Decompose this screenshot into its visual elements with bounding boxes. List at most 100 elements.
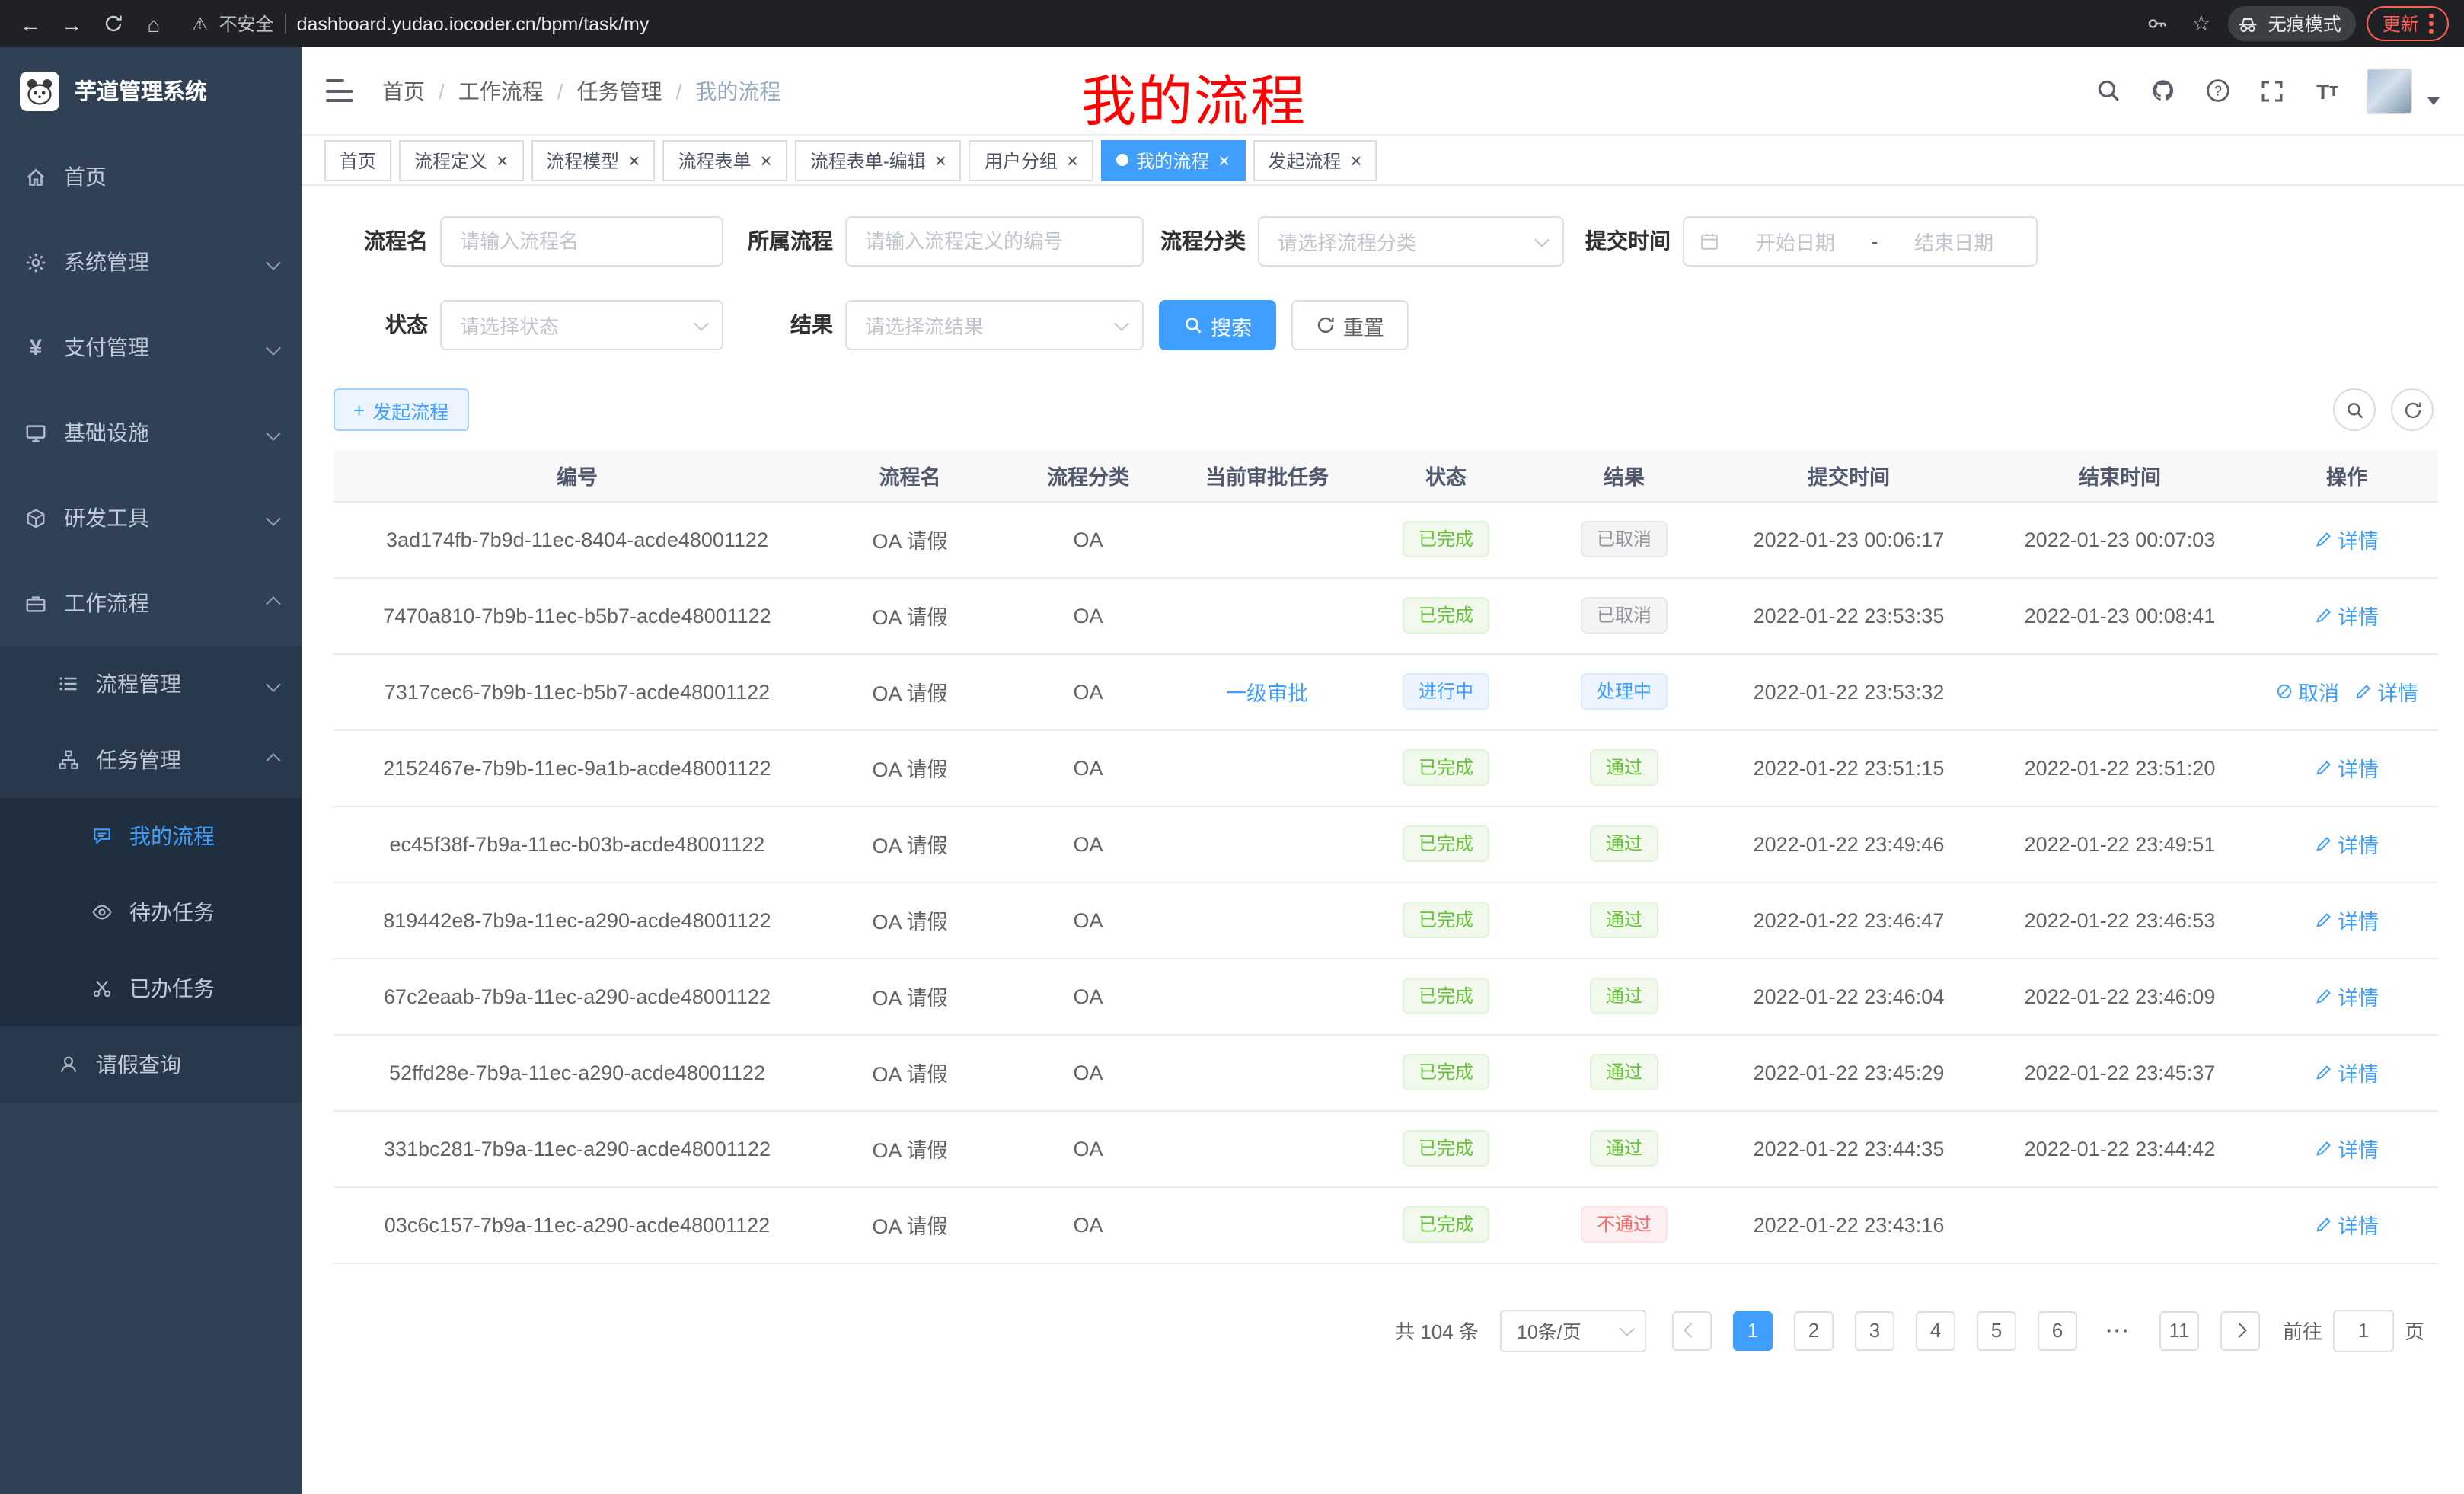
cancel-action[interactable]: 取消 — [2275, 676, 2339, 707]
browser-home-icon[interactable]: ⌂ — [139, 8, 169, 39]
detail-action[interactable]: 详情 — [2315, 905, 2379, 935]
detail-action[interactable]: 详情 — [2354, 676, 2418, 707]
close-icon[interactable]: × — [496, 150, 508, 170]
sidebar-item-home[interactable]: 首页 — [0, 134, 302, 219]
incognito-label: 无痕模式 — [2268, 11, 2341, 37]
menu-fold-icon[interactable] — [326, 75, 356, 107]
detail-action[interactable]: 详情 — [2315, 1133, 2379, 1164]
pagination: 共 104 条 10条/页 1 2 3 4 5 6 ··· 11 前往 — [334, 1309, 2434, 1352]
sidebar-item-todo-tasks[interactable]: 待办任务 — [0, 874, 302, 950]
fullscreen-icon[interactable] — [2257, 75, 2287, 106]
security-label[interactable]: 不安全 — [219, 11, 274, 37]
column-header-category: 流程分类 — [999, 449, 1177, 501]
status-tag: 已完成 — [1403, 1130, 1489, 1167]
prev-page-button[interactable] — [1672, 1310, 1712, 1350]
result-select[interactable]: 请选择流结果 — [845, 300, 1144, 350]
next-page-button[interactable] — [2220, 1310, 2260, 1350]
column-header-end-time: 结束时间 — [1984, 449, 2255, 501]
chevron-down-icon — [1114, 316, 1129, 331]
tab-process-form[interactable]: 流程表单× — [662, 139, 787, 180]
detail-action[interactable]: 详情 — [2315, 1057, 2379, 1087]
tab-process-definition[interactable]: 流程定义× — [399, 139, 523, 180]
password-key-icon[interactable] — [2140, 7, 2174, 40]
process-definition-label: 所属流程 — [723, 216, 845, 267]
start-process-button[interactable]: + 发起流程 — [334, 388, 468, 431]
close-icon[interactable]: × — [1350, 150, 1361, 170]
submit-time-range-picker[interactable]: 开始日期 - 结束日期 — [1683, 216, 2038, 267]
close-icon[interactable]: × — [1218, 150, 1230, 170]
page-button-11[interactable]: 11 — [2159, 1310, 2199, 1350]
status-select[interactable]: 请选择状态 — [440, 300, 723, 350]
tab-start-process[interactable]: 发起流程× — [1253, 139, 1377, 180]
page-button-5[interactable]: 5 — [1977, 1310, 2016, 1350]
reload-icon[interactable] — [97, 8, 128, 39]
back-icon[interactable]: ← — [15, 8, 46, 39]
status-tag: 进行中 — [1403, 673, 1489, 710]
logo-image — [20, 71, 59, 110]
browser-menu-icon[interactable] — [2430, 13, 2434, 35]
category-select[interactable]: 请选择流程分类 — [1258, 216, 1564, 267]
status-tag: 已完成 — [1403, 597, 1489, 634]
page-button-4[interactable]: 4 — [1916, 1310, 1955, 1350]
toggle-search-button[interactable] — [2333, 388, 2376, 431]
tab-home[interactable]: 首页 — [324, 139, 391, 180]
more-pages-icon[interactable]: ··· — [2099, 1310, 2138, 1350]
tab-process-model[interactable]: 流程模型× — [531, 139, 655, 180]
close-icon[interactable]: × — [935, 150, 946, 170]
search-button[interactable]: 搜索 — [1159, 300, 1276, 350]
detail-action[interactable]: 详情 — [2315, 1209, 2379, 1240]
github-icon[interactable] — [2147, 75, 2178, 106]
avatar[interactable] — [2367, 68, 2412, 113]
forward-icon[interactable]: → — [56, 8, 87, 39]
page-button-6[interactable]: 6 — [2038, 1310, 2077, 1350]
user-menu-caret-icon[interactable] — [2427, 97, 2440, 105]
sidebar-item-done-tasks[interactable]: 已办任务 — [0, 950, 302, 1026]
detail-action[interactable]: 详情 — [2315, 524, 2379, 554]
detail-action[interactable]: 详情 — [2315, 828, 2379, 859]
page-button-2[interactable]: 2 — [1794, 1310, 1834, 1350]
page-button-3[interactable]: 3 — [1855, 1310, 1894, 1350]
sidebar-item-payment[interactable]: ¥ 支付管理 — [0, 305, 302, 390]
detail-action[interactable]: 详情 — [2315, 600, 2379, 630]
sidebar-item-my-process[interactable]: 我的流程 — [0, 798, 302, 874]
close-icon[interactable]: × — [1067, 150, 1078, 170]
current-task-link[interactable]: 一级审批 — [1226, 676, 1308, 707]
chevron-down-icon — [268, 342, 279, 353]
breadcrumb-item-workflow[interactable]: 工作流程 — [425, 75, 544, 106]
address-bar[interactable]: ⚠ 不安全 dashboard.yudao.iocoder.cn/bpm/tas… — [180, 5, 2130, 42]
page-button-1[interactable]: 1 — [1733, 1310, 1773, 1350]
sidebar-item-workflow[interactable]: 工作流程 — [0, 560, 302, 646]
search-icon[interactable] — [2092, 75, 2123, 106]
refresh-button[interactable] — [2391, 388, 2434, 431]
detail-action[interactable]: 详情 — [2315, 981, 2379, 1011]
process-name-input[interactable] — [440, 216, 723, 267]
bookmark-star-icon[interactable]: ☆ — [2185, 7, 2218, 40]
sidebar-item-task-management[interactable]: 任务管理 — [0, 722, 302, 798]
url-text[interactable]: dashboard.yudao.iocoder.cn/bpm/task/my — [297, 13, 650, 34]
table-toolbar: + 发起流程 — [334, 388, 2434, 431]
goto-page-input[interactable] — [2333, 1309, 2394, 1352]
font-size-icon[interactable]: TT — [2312, 75, 2342, 106]
sidebar-item-infrastructure[interactable]: 基础设施 — [0, 390, 302, 475]
sidebar-item-process-management[interactable]: 流程管理 — [0, 646, 302, 722]
close-icon[interactable]: × — [628, 150, 640, 170]
tab-my-process[interactable]: 我的流程× — [1101, 139, 1245, 180]
sidebar-item-leave-query[interactable]: 请假查询 — [0, 1026, 302, 1103]
detail-action[interactable]: 详情 — [2315, 752, 2379, 783]
breadcrumb-item-home[interactable]: 首页 — [382, 75, 425, 106]
close-icon[interactable]: × — [761, 150, 772, 170]
process-definition-input[interactable] — [845, 216, 1144, 267]
update-button[interactable]: 更新 — [2367, 6, 2449, 41]
tab-user-group[interactable]: 用户分组× — [969, 139, 1093, 180]
tab-process-form-edit[interactable]: 流程表单-编辑× — [795, 139, 962, 180]
breadcrumb-item-task-management[interactable]: 任务管理 — [544, 75, 662, 106]
sidebar-item-devtools[interactable]: 研发工具 — [0, 475, 302, 560]
start-date-placeholder[interactable]: 开始日期 — [1728, 227, 1862, 256]
gear-icon — [23, 251, 49, 273]
reset-button[interactable]: 重置 — [1291, 300, 1409, 350]
end-date-placeholder[interactable]: 结束日期 — [1887, 227, 2021, 256]
top-navbar: 首页 工作流程 任务管理 我的流程 ? TT — [302, 47, 2464, 136]
sidebar-item-system[interactable]: 系统管理 — [0, 219, 302, 305]
page-size-select[interactable]: 10条/页 — [1500, 1309, 1646, 1352]
help-icon[interactable]: ? — [2202, 75, 2233, 106]
